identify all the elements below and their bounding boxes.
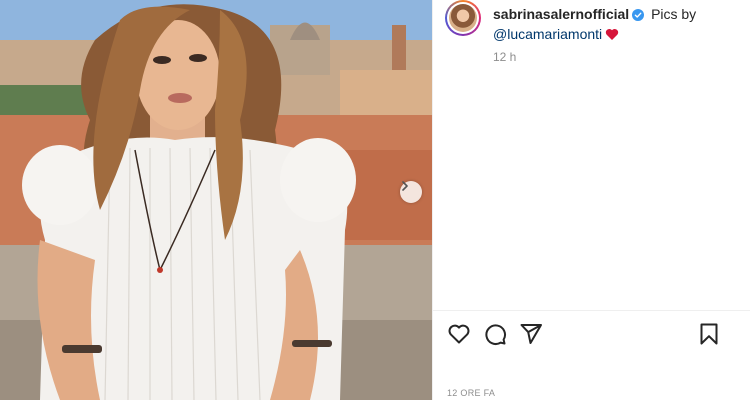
photo-scene [0, 0, 432, 400]
relative-time: 12 h [493, 50, 517, 64]
post-actions [447, 322, 555, 346]
avatar[interactable] [445, 0, 481, 36]
caption-text: Pics by [651, 6, 697, 22]
verified-badge-icon [632, 7, 645, 25]
avatar-image [449, 4, 477, 32]
post-details-panel: sabrinasalernofficial Pics by @lucamaria… [432, 0, 750, 400]
caption-row: sabrinasalernofficial Pics by @lucamaria… [445, 0, 745, 45]
red-heart-icon [605, 27, 619, 45]
like-button[interactable] [447, 322, 471, 346]
share-button[interactable] [519, 322, 543, 346]
mention-link[interactable]: @lucamariamonti [493, 26, 602, 42]
next-photo-button[interactable] [400, 181, 422, 203]
chevron-right-icon [402, 181, 408, 191]
comment-button[interactable] [483, 322, 507, 346]
post-caption: sabrinasalernofficial Pics by @lucamaria… [493, 5, 696, 45]
post-date: 12 ORE FA [447, 388, 496, 398]
paper-plane-icon [520, 324, 542, 344]
divider [433, 310, 750, 311]
username-link[interactable]: sabrinasalernofficial [493, 6, 629, 22]
heart-outline-icon [448, 324, 470, 344]
bookmark-icon [700, 323, 718, 345]
post-photo[interactable] [0, 0, 432, 400]
save-button[interactable] [697, 322, 721, 346]
comment-icon [485, 324, 506, 345]
